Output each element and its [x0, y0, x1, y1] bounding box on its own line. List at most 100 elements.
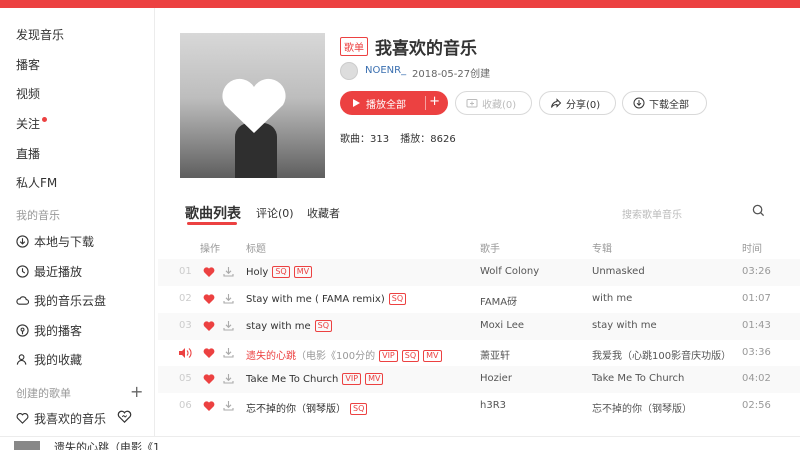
song-title[interactable]: 遗失的心跳（电影《100分的 VIP SQ MV — [246, 347, 442, 362]
sidebar-item-podcast[interactable]: 播客 — [16, 56, 40, 73]
badge-sq: SQ — [350, 403, 368, 415]
tab-subscribers[interactable]: 收藏者 — [307, 205, 340, 221]
podcast-icon — [16, 324, 29, 337]
now-playing-cover[interactable] — [14, 441, 40, 450]
song-title[interactable]: 忘不掉的你（钢琴版） SQ — [246, 400, 368, 415]
song-duration: 03:36 — [742, 347, 771, 358]
add-playlist-button[interactable]: + — [130, 382, 143, 401]
heart-icon[interactable] — [203, 347, 215, 359]
track-number: 02 — [179, 293, 192, 304]
header-artist[interactable]: 歌手 — [480, 240, 500, 255]
song-duration: 04:02 — [742, 373, 771, 384]
add-to-queue-button[interactable]: + — [429, 94, 440, 109]
heart-icon[interactable] — [203, 320, 215, 332]
section-label-my-music: 我的音乐 — [16, 209, 60, 222]
sidebar-item-live[interactable]: 直播 — [16, 145, 40, 162]
creator-link[interactable]: NOENR_ — [365, 65, 406, 76]
badge-mv[interactable]: MV — [365, 373, 384, 385]
song-duration: 03:26 — [742, 266, 771, 277]
heart-icon[interactable] — [203, 400, 215, 412]
collect-button[interactable]: 收藏(0) — [455, 91, 532, 115]
heart-icon[interactable] — [203, 293, 215, 305]
song-title[interactable]: stay with me SQ — [246, 320, 333, 332]
download-icon[interactable] — [222, 399, 235, 412]
playlist-cover — [180, 33, 325, 178]
sidebar-item-local-download[interactable]: 本地与下载 — [16, 233, 94, 250]
table-row[interactable]: 03 stay with me SQ Moxi Lee stay with me 01:4… — [158, 313, 800, 340]
header-title[interactable]: 标题 — [246, 240, 266, 255]
avatar[interactable] — [340, 62, 358, 80]
sidebar-item-label: 我喜欢的音乐 — [34, 412, 107, 426]
table-row[interactable]: 遗失的心跳（电影《100分的 VIP SQ MV 萧亚轩 我爱我（心跳100影音庆功版） 0… — [158, 340, 800, 367]
heart-mode-icon[interactable] — [117, 409, 132, 424]
heart-shape — [222, 78, 286, 133]
song-title-text: Stay with me ( FAMA remix) — [246, 294, 385, 305]
now-playing-title[interactable]: 遗失的心跳（电影《1 — [54, 439, 160, 450]
header-album[interactable]: 专辑 — [592, 240, 612, 255]
sidebar-item-cloud[interactable]: 我的音乐云盘 — [16, 292, 106, 309]
table-row[interactable]: 02 Stay with me ( FAMA remix) SQ FAMA砑 with … — [158, 286, 800, 313]
heart-outline-icon — [16, 412, 29, 425]
song-count: 歌曲：313 — [340, 134, 390, 145]
download-all-button[interactable]: 下载全部 — [622, 91, 707, 115]
badge-mv[interactable]: MV — [423, 350, 442, 362]
search-input[interactable]: 搜索歌单音乐 — [622, 206, 682, 221]
song-title[interactable]: Holy SQ MV — [246, 266, 313, 278]
table-row[interactable]: 01 Holy SQ MV Wolf Colony Unmasked 03:26 — [158, 259, 800, 286]
song-album[interactable]: Take Me To Church — [592, 373, 684, 384]
song-album[interactable]: with me — [592, 293, 632, 304]
tab-comments[interactable]: 评论(0) — [256, 205, 294, 221]
header-time[interactable]: 时间 — [742, 240, 762, 255]
sidebar-item-discover[interactable]: 发现音乐 — [16, 26, 64, 43]
sidebar-item-follow[interactable]: 关注 — [16, 115, 48, 132]
song-artist[interactable]: Wolf Colony — [480, 266, 539, 277]
download-icon[interactable] — [222, 265, 235, 278]
sidebar-item-video[interactable]: 视频 — [16, 85, 40, 102]
badge-vip: VIP — [379, 350, 398, 362]
sidebar-item-recent[interactable]: 最近播放 — [16, 263, 82, 280]
song-title[interactable]: Take Me To Church VIP MV — [246, 373, 384, 385]
badge-mv[interactable]: MV — [293, 266, 313, 278]
badge-sq: SQ — [388, 293, 407, 305]
play-all-label: 播放全部 — [366, 99, 406, 111]
created-date: 2018-05-27创建 — [412, 69, 491, 80]
tab-songs[interactable]: 歌曲列表 — [185, 203, 241, 223]
heart-icon[interactable] — [203, 266, 215, 278]
song-artist[interactable]: FAMA砑 — [480, 293, 517, 308]
song-subtitle: （电影《100分的 — [296, 351, 376, 362]
sidebar: 发现音乐 播客 视频 关注 直播 私人FM 我的音乐 本地与下载 最近播放 我的… — [0, 8, 155, 450]
song-album[interactable]: 忘不掉的你（钢琴版） — [592, 400, 692, 415]
sidebar-item-liked-playlist[interactable]: 我喜欢的音乐 — [16, 410, 106, 427]
track-number: 01 — [179, 266, 192, 277]
song-artist[interactable]: Moxi Lee — [480, 320, 524, 331]
song-album[interactable]: stay with me — [592, 320, 657, 331]
download-icon — [16, 235, 29, 248]
share-button[interactable]: 分享(0) — [539, 91, 616, 115]
sidebar-item-my-podcast[interactable]: 我的播客 — [16, 322, 82, 339]
sidebar-item-fm[interactable]: 私人FM — [16, 174, 57, 191]
track-number: 06 — [179, 400, 192, 411]
badge-sq: SQ — [272, 266, 290, 278]
play-all-button[interactable]: 播放全部 + — [340, 91, 448, 115]
download-icon[interactable] — [222, 372, 235, 385]
clock-icon — [16, 265, 29, 278]
badge-vip: VIP — [342, 373, 362, 385]
table-row[interactable]: 05 Take Me To Church VIP MV Hozier Take Me To… — [158, 366, 800, 393]
song-title[interactable]: Stay with me ( FAMA remix) SQ — [246, 293, 407, 305]
song-artist[interactable]: Hozier — [480, 373, 512, 384]
download-icon[interactable] — [222, 292, 235, 305]
table-row[interactable]: 06 忘不掉的你（钢琴版） SQ h3R3 忘不掉的你（钢琴版） 02:56 — [158, 393, 800, 420]
song-title-text: Take Me To Church — [246, 374, 339, 385]
song-album[interactable]: Unmasked — [592, 266, 645, 277]
song-album[interactable]: 我爱我（心跳100影音庆功版） — [592, 347, 731, 362]
playlist-title: 我喜欢的音乐 — [375, 39, 477, 59]
button-divider — [425, 96, 426, 110]
search-icon[interactable] — [752, 204, 765, 217]
download-icon[interactable] — [222, 346, 235, 359]
download-icon[interactable] — [222, 319, 235, 332]
playlist-tag: 歌单 — [340, 37, 368, 56]
song-artist[interactable]: h3R3 — [480, 400, 506, 411]
song-artist[interactable]: 萧亚轩 — [480, 347, 510, 362]
heart-icon[interactable] — [203, 373, 215, 385]
sidebar-item-collection[interactable]: 我的收藏 — [16, 351, 82, 368]
